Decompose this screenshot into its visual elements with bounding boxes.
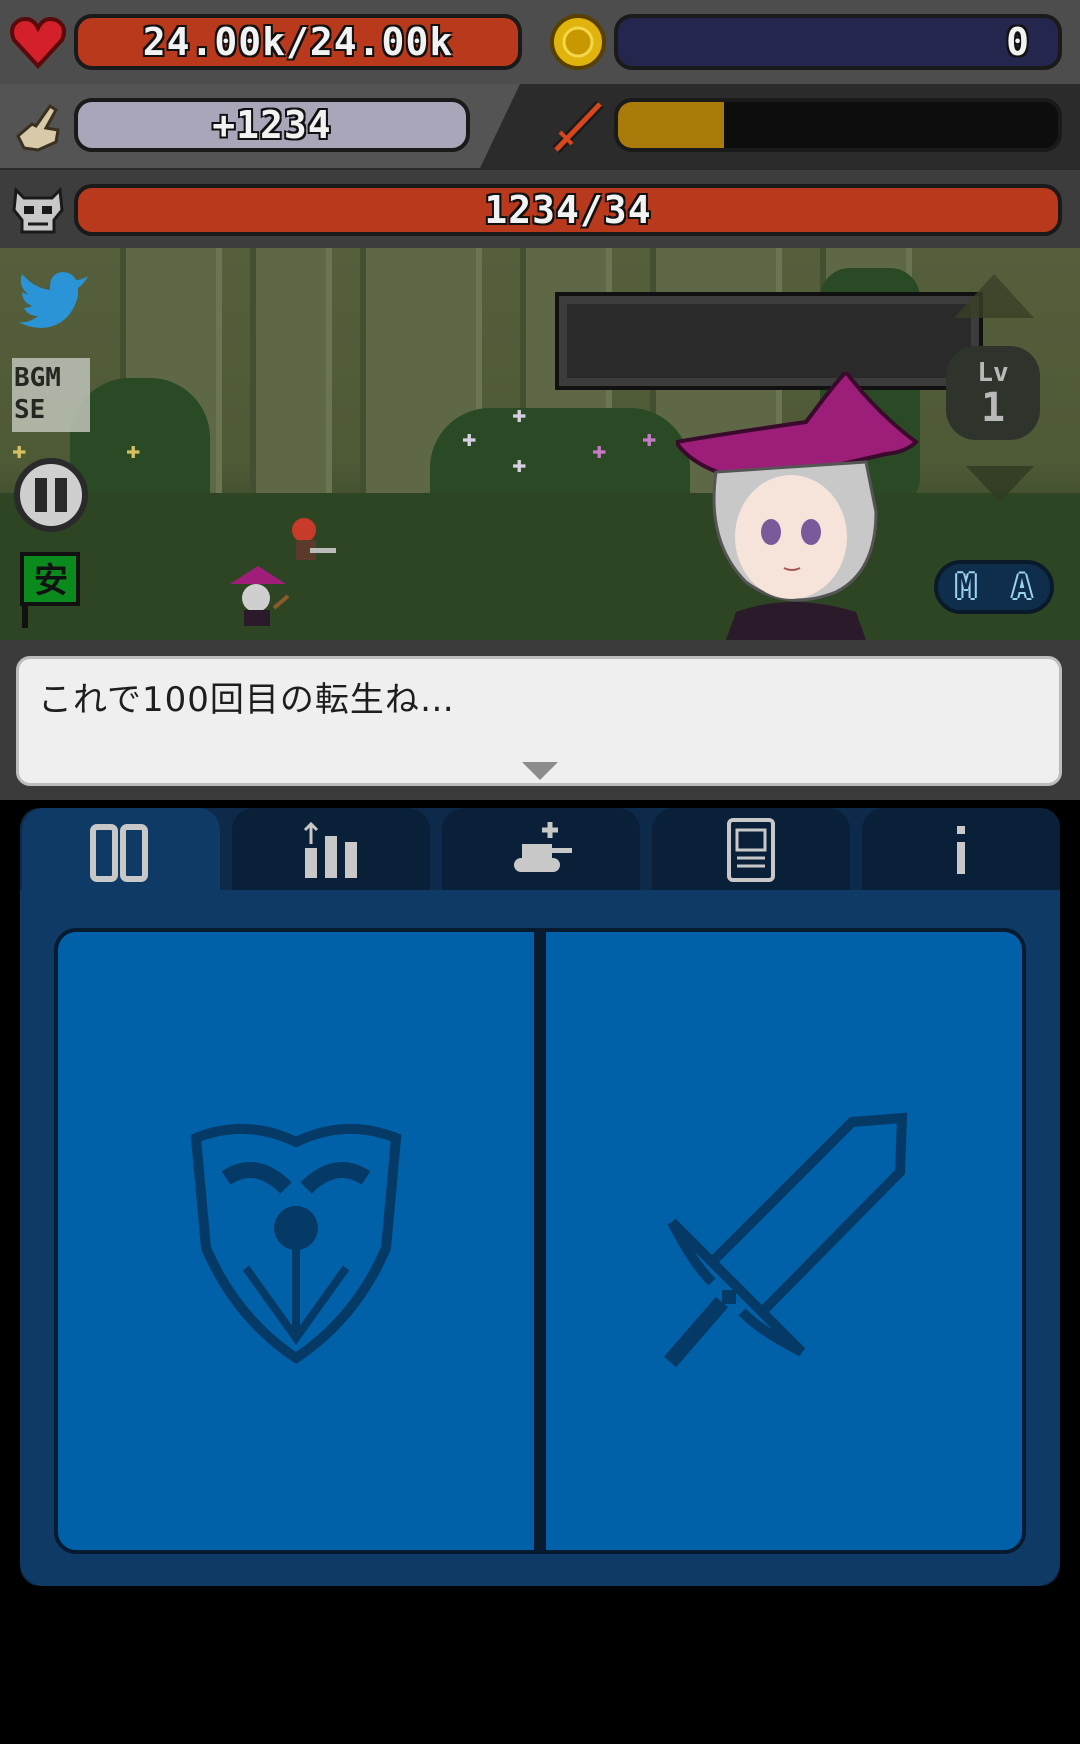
manual-mode-key[interactable]: M [946, 567, 986, 607]
level-up-arrow[interactable] [954, 274, 1034, 318]
sword-slash-icon [552, 100, 604, 154]
tab-terminal[interactable] [652, 808, 850, 892]
safe-mode-flag-icon[interactable]: 安 [18, 552, 82, 630]
shield-icon [190, 1123, 402, 1365]
level-value: 1 [980, 385, 1006, 431]
special-gauge-fill [618, 102, 724, 148]
pointing-hand-icon [16, 103, 60, 152]
defense-card-button[interactable] [54, 928, 538, 1554]
sound-toggle-button[interactable]: BGM SE [12, 358, 90, 432]
sparkle: ✚ [642, 424, 657, 452]
coin-icon [550, 14, 606, 70]
manual-auto-toggle[interactable]: M A [934, 560, 1054, 614]
tab-units[interactable] [442, 808, 640, 892]
mini-witch-sprite [230, 566, 290, 626]
sparkle: ✚ [126, 436, 141, 464]
se-label: SE [14, 395, 46, 425]
bgm-label: BGM [14, 363, 61, 393]
sparkle: ✚ [512, 450, 527, 478]
tap-damage-bar: +1234 [74, 98, 470, 152]
card-divider [536, 928, 544, 1554]
sparkle: ✚ [462, 424, 477, 452]
stage-level-badge: Lv 1 [946, 346, 1040, 440]
dialog-next-arrow-icon[interactable] [522, 762, 558, 780]
sparkle: ✚ [12, 436, 27, 464]
level-down-arrow[interactable] [966, 466, 1034, 502]
terminal-icon [727, 818, 775, 882]
twitter-icon[interactable] [18, 268, 90, 328]
info-icon [957, 826, 965, 874]
sword-icon [663, 1112, 908, 1368]
sparkle: ✚ [592, 436, 607, 464]
kill-count-bar: 1234/34 [74, 184, 1062, 236]
gold-bar: 0 [614, 14, 1062, 70]
auto-mode-key[interactable]: A [1002, 567, 1042, 607]
special-gauge-bar [614, 98, 1062, 152]
tab-cards[interactable] [22, 808, 220, 898]
safe-flag-label: 安 [34, 561, 68, 601]
status-panel: 24.00k/24.00k 0 +1234 1234/34 [0, 0, 1080, 250]
tank-add-icon [514, 822, 572, 872]
witch-character [676, 372, 920, 640]
pause-button[interactable] [14, 458, 88, 532]
tab-stats[interactable] [232, 808, 430, 892]
tab-info[interactable] [862, 808, 1060, 892]
dialog-text: これで100回目の転生ね… [38, 680, 455, 720]
heart-icon [10, 17, 66, 69]
sparkle: ✚ [512, 400, 527, 428]
stats-upgrade-icon [303, 821, 357, 878]
hp-bar: 24.00k/24.00k [74, 14, 522, 70]
attack-card-button[interactable] [542, 928, 1026, 1554]
level-label: Lv [977, 358, 1009, 388]
pause-icon-bar [35, 478, 47, 512]
cards-icon [90, 824, 148, 882]
ruin-pillar [250, 248, 332, 528]
skull-icon [12, 186, 64, 234]
pause-icon-bar [55, 478, 67, 512]
